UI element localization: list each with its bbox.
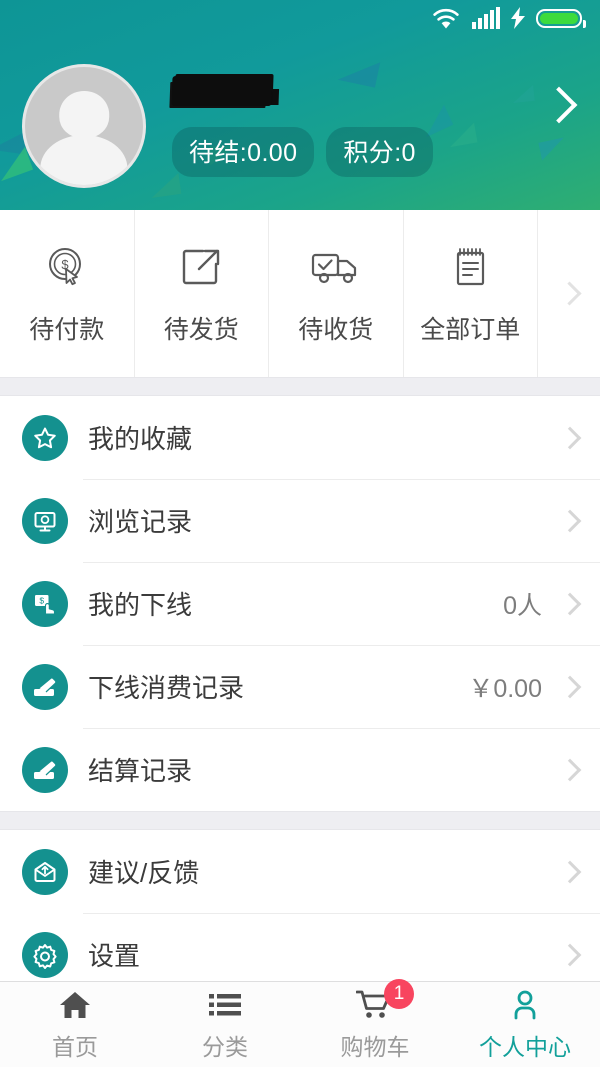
order-tab-all[interactable]: 全部订单 <box>404 210 538 377</box>
chevron-right-icon <box>556 281 582 306</box>
chevron-right-icon <box>558 509 582 532</box>
row-feedback[interactable]: 建议/反馈 <box>0 830 600 913</box>
avatar-body <box>40 135 128 185</box>
chevron-right-icon <box>558 860 582 883</box>
order-tab-unpaid[interactable]: $ 待付款 <box>0 210 135 377</box>
chevron-right-icon <box>558 592 582 615</box>
row-label: 结算记录 <box>88 756 193 786</box>
app-screen: 待结:0.00 积分:0 $ 待付款 待发货 待收货 全部订单 我的收藏 浏览记… <box>0 0 600 1067</box>
row-label: 我的下线 <box>88 590 193 620</box>
monitor-history-icon <box>22 497 68 544</box>
home-icon <box>58 988 92 1022</box>
chevron-right-icon <box>558 943 582 966</box>
order-tab-label: 待付款 <box>29 315 105 344</box>
order-tab-label: 全部订单 <box>420 315 521 344</box>
svg-text:$: $ <box>39 595 44 605</box>
points-badge[interactable]: 积分:0 <box>326 127 433 177</box>
order-tabs-more-arrow[interactable] <box>538 210 600 377</box>
tab-label: 首页 <box>52 1033 98 1060</box>
profile-block[interactable]: 待结:0.00 积分:0 <box>22 64 600 188</box>
notepad-icon <box>445 242 495 292</box>
row-browse-history[interactable]: 浏览记录 <box>0 479 600 562</box>
section-divider <box>0 811 600 830</box>
person-icon <box>509 988 541 1022</box>
cart-badge: 1 <box>384 978 414 1009</box>
order-tab-label: 待收货 <box>298 315 374 344</box>
account-section: 我的收藏 浏览记录 $ 我的下线 0人 下线消费记录 ￥0.00 结算记录 <box>0 396 600 811</box>
support-section: 建议/反馈 设置 <box>0 830 600 996</box>
row-my-downline[interactable]: $ 我的下线 0人 <box>0 562 600 645</box>
row-downline-spending[interactable]: 下线消费记录 ￥0.00 <box>0 645 600 728</box>
order-tab-label: 待发货 <box>163 315 239 344</box>
status-bar <box>0 0 600 36</box>
money-hand-icon: $ <box>22 580 68 627</box>
row-label: 我的收藏 <box>88 424 193 454</box>
coin-cursor-icon: $ <box>42 242 92 292</box>
row-my-favorites[interactable]: 我的收藏 <box>0 396 600 479</box>
star-icon <box>22 414 68 461</box>
tab-label: 个人中心 <box>479 1033 571 1060</box>
list-icon <box>208 988 242 1022</box>
tab-label: 分类 <box>202 1033 248 1060</box>
order-status-bar: $ 待付款 待发货 待收货 全部订单 <box>0 210 600 377</box>
tab-home[interactable]: 首页 <box>0 988 150 1062</box>
wifi-icon <box>431 7 461 30</box>
row-label: 设置 <box>88 941 141 971</box>
lightning-bolt-icon <box>511 7 525 29</box>
row-label: 建议/反馈 <box>88 858 200 888</box>
avatar[interactable] <box>22 64 146 188</box>
tab-label: 购物车 <box>340 1033 410 1060</box>
row-value: 0人 <box>503 591 542 620</box>
chevron-right-icon <box>558 426 582 449</box>
card-swipe-icon <box>22 663 68 710</box>
profile-badges: 待结:0.00 积分:0 <box>172 127 433 177</box>
row-settlement-records[interactable]: 结算记录 <box>0 728 600 811</box>
order-tab-unreceived[interactable]: 待收货 <box>269 210 404 377</box>
delivery-truck-icon <box>308 242 364 292</box>
row-label: 下线消费记录 <box>88 673 245 703</box>
row-label: 浏览记录 <box>88 507 193 537</box>
battery-icon <box>536 8 586 28</box>
chevron-right-icon <box>558 675 582 698</box>
username-redacted <box>171 76 273 106</box>
bottom-tab-bar: 首页 分类 1 购物车 个人中心 <box>0 978 600 1067</box>
tab-cart[interactable]: 1 购物车 <box>300 978 450 1062</box>
cart-icon: 1 <box>356 978 414 1022</box>
card-swipe-icon <box>22 746 68 793</box>
envelope-feedback-icon <box>22 848 68 895</box>
chevron-right-icon <box>558 758 582 781</box>
gear-icon <box>22 931 68 978</box>
profile-header: 待结:0.00 积分:0 <box>0 0 600 210</box>
signal-bars-icon <box>472 7 500 29</box>
tab-profile[interactable]: 个人中心 <box>450 988 600 1062</box>
profile-info: 待结:0.00 积分:0 <box>171 64 433 177</box>
section-divider <box>0 377 600 396</box>
row-value: ￥0.00 <box>468 674 542 703</box>
export-box-icon <box>176 242 226 292</box>
tab-category[interactable]: 分类 <box>150 988 300 1062</box>
pending-settlement-badge[interactable]: 待结:0.00 <box>172 127 315 177</box>
avatar-head <box>59 90 109 138</box>
order-tab-unshipped[interactable]: 待发货 <box>135 210 269 377</box>
